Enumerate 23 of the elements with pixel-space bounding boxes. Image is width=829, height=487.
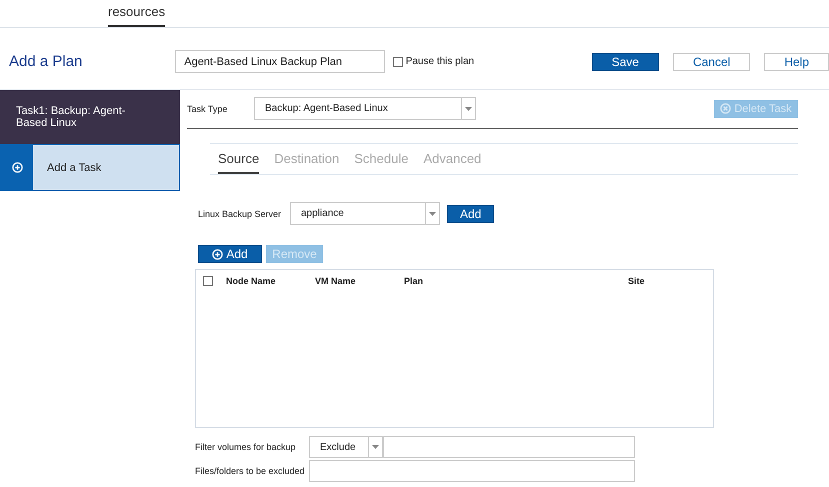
node-button[interactable]: Add <box>198 245 262 263</box>
server-label: Linux Backup Server <box>198 208 282 218</box>
header-button[interactable]: Cancel <box>672 52 750 70</box>
add-server-button[interactable]: Add <box>447 204 494 222</box>
filter-select[interactable]: Exclude <box>309 436 383 458</box>
task-type-select[interactable]: Backup: Agent-Based Linux <box>254 97 476 120</box>
sidebar-item[interactable]: Task1: Backup: Agent-Based Linux <box>0 90 180 144</box>
plan-name-field[interactable]: Agent-Based Linux Backup Plan <box>175 50 385 73</box>
page-title: Add a Plan <box>9 53 84 70</box>
header-button[interactable]: Save <box>592 52 659 70</box>
column-header: Plan <box>404 276 424 286</box>
pause-label: Pause this plan <box>406 56 474 67</box>
filter-label: Filter volumes for backup <box>195 442 297 452</box>
column-header: VM Name <box>315 276 357 286</box>
task-type-label: Task Type <box>187 104 228 114</box>
header-button[interactable]: Help <box>764 52 829 70</box>
server-select[interactable]: appliance <box>290 202 440 225</box>
top-tab[interactable]: resources <box>108 0 166 27</box>
sidebar-item[interactable]: Add a Task <box>0 144 180 191</box>
excluded-label: Files/folders to be excluded <box>195 466 306 476</box>
tab[interactable]: Source <box>218 151 260 174</box>
column-header: Site <box>628 276 646 286</box>
column-header: Node Name <box>226 276 277 286</box>
